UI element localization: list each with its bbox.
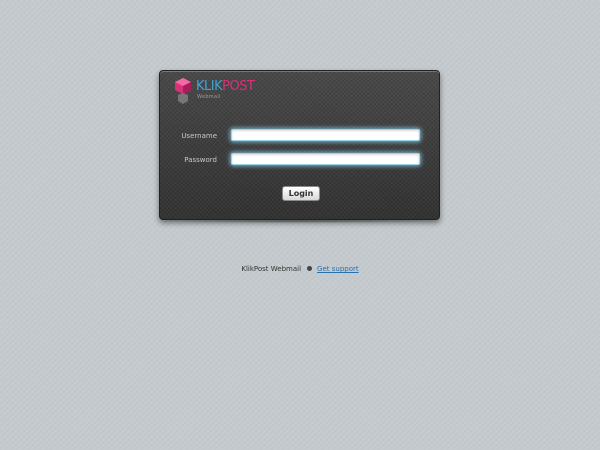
- logo-wordmark-klik: KLIK: [196, 79, 223, 94]
- logo-wordmark-post: POST: [222, 79, 255, 94]
- brand-logo: KLIKPOST Webmail: [172, 77, 262, 107]
- get-support-link[interactable]: Get support: [317, 265, 359, 273]
- logo-tagline: Webmail: [197, 94, 221, 100]
- password-input[interactable]: [231, 153, 420, 165]
- username-input[interactable]: [231, 129, 420, 141]
- footer: KlikPost Webmail Get support: [0, 265, 600, 273]
- login-button[interactable]: Login: [282, 186, 320, 201]
- footer-bullet-icon: [307, 265, 313, 271]
- password-label: Password: [184, 156, 217, 164]
- login-panel: KLIKPOST Webmail Username Password Login: [159, 70, 440, 220]
- logo-cube-icon: [175, 78, 191, 104]
- logo-wordmark: KLIKPOST: [196, 79, 255, 94]
- footer-app-name: KlikPost Webmail: [241, 265, 302, 273]
- username-label: Username: [181, 132, 217, 140]
